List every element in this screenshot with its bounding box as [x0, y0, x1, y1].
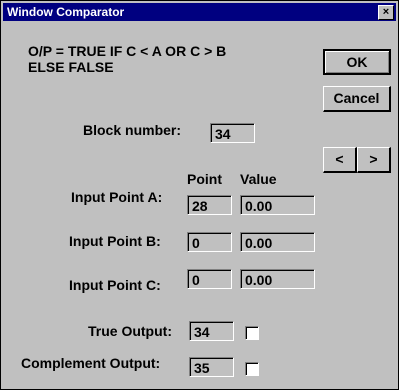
- close-button[interactable]: ×: [378, 5, 394, 20]
- point-column-header: Point: [187, 171, 222, 187]
- block-number-field[interactable]: 34: [210, 123, 255, 143]
- true-output-field[interactable]: 34: [189, 321, 234, 341]
- title-bar: Window Comparator ×: [3, 3, 396, 21]
- input-point-b-point[interactable]: 0: [187, 232, 232, 252]
- value-column-header: Value: [240, 171, 277, 187]
- description-line-1: O/P = TRUE IF C < A OR C > B: [28, 43, 227, 59]
- input-point-a-label: Input Point A:: [71, 189, 163, 205]
- true-output-label: True Output:: [88, 323, 172, 339]
- input-point-a-value[interactable]: 0.00: [240, 195, 315, 215]
- description-line-2: ELSE FALSE: [28, 59, 114, 75]
- cancel-button[interactable]: Cancel: [323, 86, 391, 112]
- input-point-c-value[interactable]: 0.00: [240, 269, 315, 289]
- input-point-c-label: Input Point C:: [69, 277, 161, 293]
- ok-button[interactable]: OK: [323, 49, 391, 75]
- previous-button[interactable]: <: [323, 147, 357, 173]
- input-point-b-value[interactable]: 0.00: [240, 232, 315, 252]
- complement-output-label: Complement Output:: [21, 355, 161, 371]
- input-point-b-label: Input Point B:: [69, 233, 161, 249]
- window-title: Window Comparator: [7, 5, 125, 19]
- complement-output-checkbox[interactable]: [245, 362, 259, 376]
- next-button[interactable]: >: [357, 147, 391, 173]
- input-point-c-point[interactable]: 0: [187, 269, 232, 289]
- true-output-checkbox[interactable]: [245, 326, 259, 340]
- input-point-a-point[interactable]: 28: [187, 195, 232, 215]
- window-comparator-dialog: Window Comparator × O/P = TRUE IF C < A …: [0, 0, 399, 390]
- complement-output-field[interactable]: 35: [189, 357, 234, 377]
- block-number-label: Block number:: [83, 122, 182, 138]
